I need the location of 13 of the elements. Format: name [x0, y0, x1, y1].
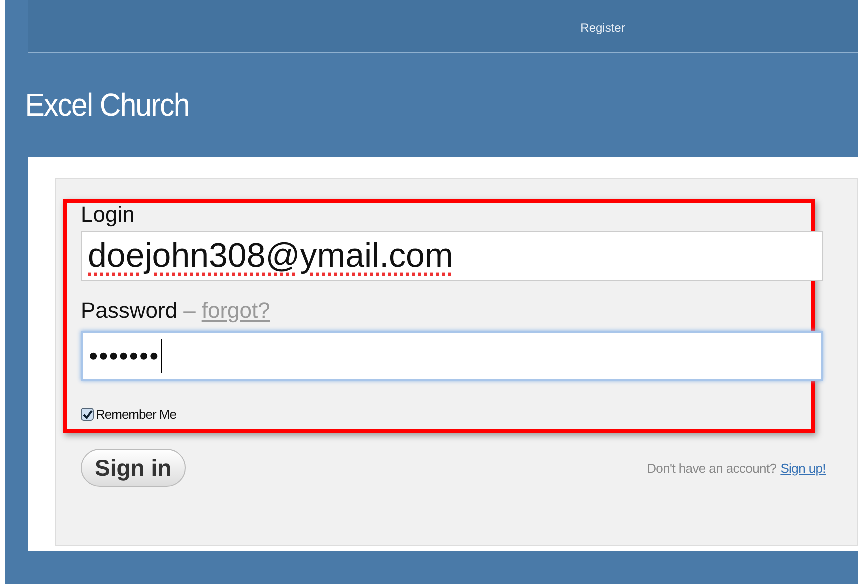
login-field[interactable]: doejohn308@ymail.com	[81, 231, 823, 281]
separator: –	[184, 298, 196, 324]
signup-prompt: Don't have an account?	[647, 460, 777, 476]
sign-in-button[interactable]: Sign in	[81, 449, 186, 487]
password-label: Password	[81, 298, 178, 324]
register-link[interactable]: Register	[580, 21, 626, 35]
remember-checkbox[interactable]	[81, 408, 94, 421]
site-title: Excel Church	[24, 86, 190, 124]
sign-up-link[interactable]: Sign up!	[780, 460, 826, 476]
password-field[interactable]: •••••••	[81, 331, 823, 381]
remember-me-label: Remember Me	[96, 407, 176, 422]
checkmark-icon	[82, 410, 92, 420]
login-label: Login	[81, 201, 136, 229]
